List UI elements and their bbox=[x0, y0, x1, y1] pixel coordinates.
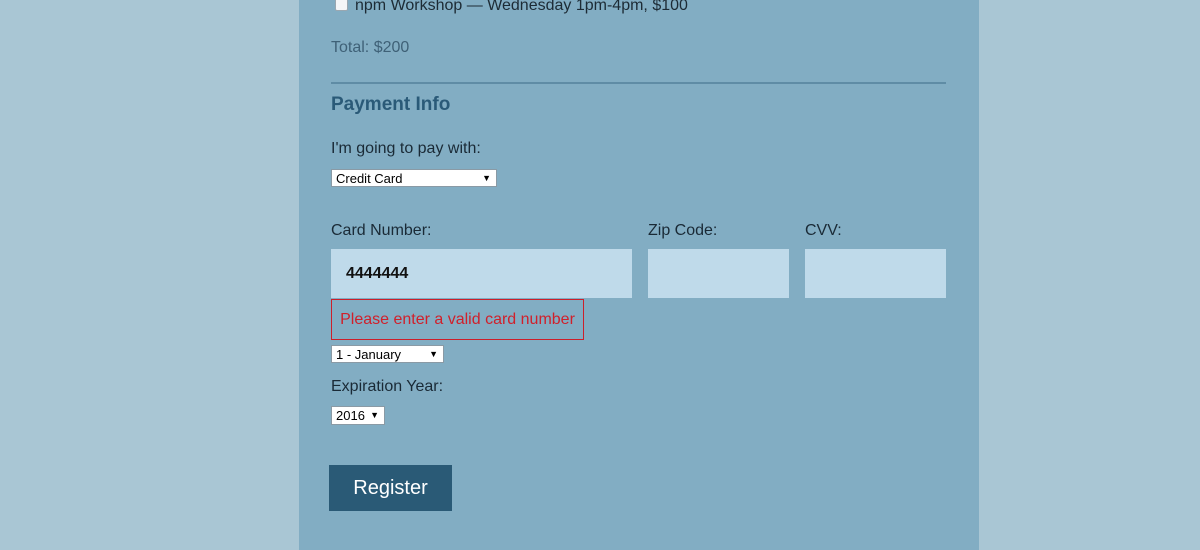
register-button[interactable]: Register bbox=[329, 465, 452, 511]
expiration-month-select[interactable]: 1 - January ▼ bbox=[331, 345, 444, 363]
payment-method-value: Credit Card bbox=[336, 170, 403, 186]
cvv-label: CVV: bbox=[805, 222, 842, 239]
cvv-input[interactable] bbox=[805, 249, 946, 298]
dropdown-arrow-icon: ▼ bbox=[482, 172, 491, 183]
payment-info-heading: Payment Info bbox=[331, 94, 451, 115]
section-divider bbox=[331, 82, 946, 84]
zip-code-label: Zip Code: bbox=[648, 222, 718, 239]
expiration-month-value: 1 - January bbox=[336, 346, 402, 362]
payment-method-select[interactable]: Credit Card ▼ bbox=[331, 169, 497, 187]
zip-code-input[interactable] bbox=[648, 249, 789, 298]
npm-workshop-checkbox[interactable] bbox=[335, 0, 348, 11]
card-number-value: 4444444 bbox=[346, 264, 409, 282]
card-number-error: Please enter a valid card number bbox=[331, 299, 584, 340]
card-number-label: Card Number: bbox=[331, 222, 432, 239]
card-number-input[interactable]: 4444444 bbox=[331, 249, 632, 298]
dropdown-arrow-icon: ▼ bbox=[429, 348, 438, 359]
npm-workshop-label: npm Workshop — Wednesday 1pm-4pm, $100 bbox=[355, 0, 688, 14]
expiration-year-value: 2016 bbox=[336, 408, 365, 423]
total-price: Total: $200 bbox=[331, 39, 410, 56]
expiration-year-label: Expiration Year: bbox=[331, 378, 444, 395]
dropdown-arrow-icon: ▼ bbox=[370, 410, 379, 420]
pay-with-label: I'm going to pay with: bbox=[331, 140, 481, 157]
expiration-year-select[interactable]: 2016 ▼ bbox=[331, 406, 385, 425]
